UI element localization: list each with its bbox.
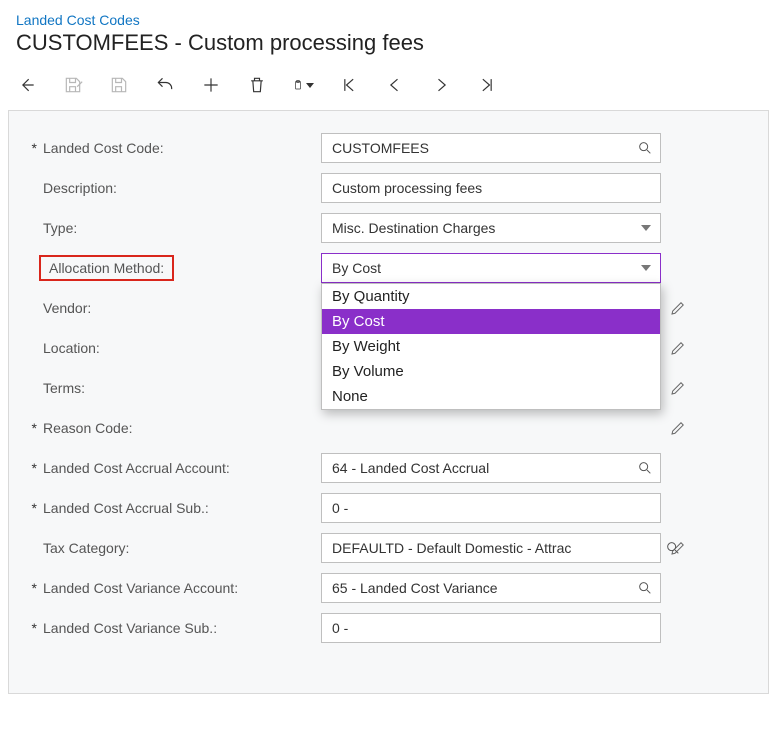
page-title: CUSTOMFEES - Custom processing fees bbox=[16, 30, 761, 56]
label-variance-sub: Landed Cost Variance Sub.: bbox=[43, 620, 217, 636]
required-marker: * bbox=[29, 500, 37, 516]
label-vendor: Vendor: bbox=[43, 300, 91, 316]
required-marker: * bbox=[29, 140, 37, 156]
form-panel: * Landed Cost Code: CUSTOMFEES Descripti… bbox=[8, 110, 769, 694]
dropdown-option[interactable]: None bbox=[322, 384, 660, 409]
nav-last-button[interactable] bbox=[476, 74, 498, 96]
landed-cost-code-input[interactable]: CUSTOMFEES bbox=[321, 133, 661, 163]
chevron-down-icon bbox=[306, 83, 314, 88]
required-marker: * bbox=[29, 420, 37, 436]
edit-reason-code-button[interactable] bbox=[667, 419, 689, 437]
label-location: Location: bbox=[43, 340, 100, 356]
accrual-account-input[interactable]: 64 - Landed Cost Accrual bbox=[321, 453, 661, 483]
toolbar bbox=[0, 64, 777, 110]
label-terms: Terms: bbox=[43, 380, 85, 396]
edit-terms-button[interactable] bbox=[667, 379, 689, 397]
accrual-sub-input[interactable]: 0 - bbox=[321, 493, 661, 523]
pencil-icon bbox=[669, 539, 687, 557]
tax-category-input[interactable]: DEFAULTD - Default Domestic - Attrac bbox=[321, 533, 661, 563]
save-button bbox=[108, 74, 130, 96]
label-accrual-sub: Landed Cost Accrual Sub.: bbox=[43, 500, 209, 516]
nav-next-button[interactable] bbox=[430, 74, 452, 96]
allocation-method-dropdown: By Quantity By Cost By Weight By Volume … bbox=[321, 283, 661, 410]
edit-location-button[interactable] bbox=[667, 339, 689, 357]
dropdown-option[interactable]: By Quantity bbox=[322, 284, 660, 309]
dropdown-option[interactable]: By Cost bbox=[322, 309, 660, 334]
edit-tax-category-button[interactable] bbox=[667, 539, 689, 557]
label-variance-account: Landed Cost Variance Account: bbox=[43, 580, 238, 596]
clipboard-button[interactable] bbox=[292, 74, 314, 96]
label-tax-category: Tax Category: bbox=[43, 540, 129, 556]
variance-account-input[interactable]: 65 - Landed Cost Variance bbox=[321, 573, 661, 603]
allocation-method-select[interactable]: By Cost bbox=[321, 253, 661, 283]
pencil-icon bbox=[669, 379, 687, 397]
add-button[interactable] bbox=[200, 74, 222, 96]
dropdown-option[interactable]: By Volume bbox=[322, 359, 660, 384]
label-type: Type: bbox=[43, 220, 77, 236]
label-accrual-account: Landed Cost Accrual Account: bbox=[43, 460, 230, 476]
breadcrumb[interactable]: Landed Cost Codes bbox=[16, 12, 140, 28]
pencil-icon bbox=[669, 419, 687, 437]
nav-prev-button[interactable] bbox=[384, 74, 406, 96]
label-allocation-method: Allocation Method: bbox=[39, 255, 174, 281]
undo-button[interactable] bbox=[154, 74, 176, 96]
required-marker: * bbox=[29, 620, 37, 636]
variance-sub-input[interactable]: 0 - bbox=[321, 613, 661, 643]
type-select[interactable]: Misc. Destination Charges bbox=[321, 213, 661, 243]
save-close-button bbox=[62, 74, 84, 96]
required-marker: * bbox=[29, 580, 37, 596]
pencil-icon bbox=[669, 339, 687, 357]
back-button[interactable] bbox=[16, 74, 38, 96]
dropdown-option[interactable]: By Weight bbox=[322, 334, 660, 359]
label-landed-cost-code: Landed Cost Code: bbox=[43, 140, 164, 156]
label-reason-code: Reason Code: bbox=[43, 420, 133, 436]
required-marker: * bbox=[29, 460, 37, 476]
nav-first-button[interactable] bbox=[338, 74, 360, 96]
edit-vendor-button[interactable] bbox=[667, 299, 689, 317]
label-description: Description: bbox=[43, 180, 117, 196]
delete-button[interactable] bbox=[246, 74, 268, 96]
description-input[interactable]: Custom processing fees bbox=[321, 173, 661, 203]
pencil-icon bbox=[669, 299, 687, 317]
